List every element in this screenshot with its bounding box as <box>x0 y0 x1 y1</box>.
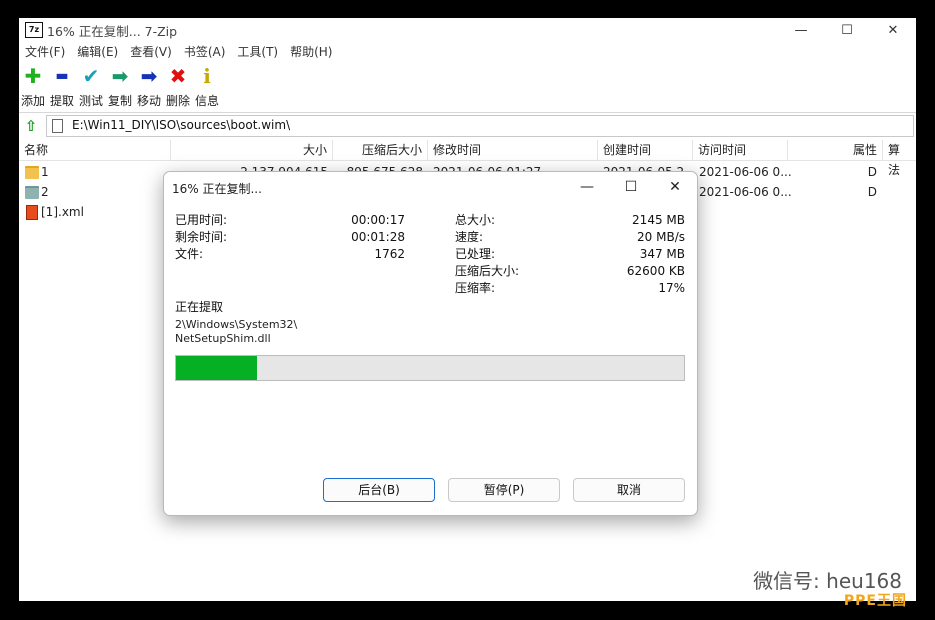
test-label: 测试 <box>78 94 103 108</box>
watermark-badge: PPE王国 <box>843 593 907 609</box>
minimize-button[interactable]: — <box>778 18 824 42</box>
maximize-button[interactable]: ☐ <box>824 18 870 42</box>
delete-label: 删除 <box>165 94 190 108</box>
copy-label: 复制 <box>107 94 132 108</box>
test-button[interactable]: ✔ 测试 <box>77 64 105 109</box>
dialog-maximize-button[interactable]: ☐ <box>609 172 653 202</box>
column-created[interactable]: 创建时间 <box>598 140 693 160</box>
column-packed-size[interactable]: 压缩后大小 <box>333 140 428 160</box>
menu-bar: 文件(F) 编辑(E) 查看(V) 书签(A) 工具(T) 帮助(H) <box>19 42 916 62</box>
speed-label: 速度: <box>455 230 484 244</box>
elapsed-time: 已用时间: 00:00:17 <box>175 212 405 229</box>
menu-edit[interactable]: 编辑(E) <box>71 42 124 62</box>
remaining-time-label: 剩余时间: <box>175 230 228 244</box>
file-list-header: 名称 大小 压缩后大小 修改时间 创建时间 访问时间 属性 算法 <box>19 140 916 177</box>
files-label: 文件: <box>175 247 204 261</box>
total-size: 总大小: 2145 MB <box>455 212 685 229</box>
files-value: 1762 <box>374 247 405 261</box>
row-name: 1 <box>41 165 49 179</box>
operation-title: 正在提取 <box>175 300 224 314</box>
packed-size: 压缩后大小: 62600 KB <box>455 263 685 280</box>
copy-icon: ➡ <box>111 64 129 88</box>
processed-label: 已处理: <box>455 247 496 261</box>
current-file-path: 2\Windows\System32\ NetSetupShim.dll <box>175 318 297 346</box>
extract-label: 提取 <box>49 94 74 108</box>
move-icon: ➡ <box>140 64 158 88</box>
path-text: E:\Win11_DIY\ISO\sources\boot.wim\ <box>72 118 291 132</box>
menu-tools[interactable]: 工具(T) <box>231 42 284 62</box>
remaining-time: 剩余时间: 00:01:28 <box>175 229 405 246</box>
info-icon: i <box>203 64 211 88</box>
add-label: 添加 <box>20 94 45 108</box>
move-button[interactable]: ➡ 移动 <box>135 64 163 109</box>
elapsed-time-value: 00:00:17 <box>351 213 405 227</box>
packed-size-label: 压缩后大小: <box>455 264 520 278</box>
compression-ratio: 压缩率: 17% <box>455 280 685 297</box>
window-title: 16% 正在复制... 7-Zip <box>47 24 178 39</box>
files-count: 文件: 1762 <box>175 246 405 263</box>
row-accessed: 2021-06-06 0... <box>699 165 792 179</box>
column-attributes[interactable]: 属性 <box>788 140 883 160</box>
background-button[interactable]: 后台(B) <box>323 478 435 502</box>
dialog-title: 16% 正在复制... <box>172 182 262 196</box>
path-input[interactable]: E:\Win11_DIY\ISO\sources\boot.wim\ <box>46 115 914 137</box>
app-icon: 7z <box>25 22 43 38</box>
row-attributes: D <box>867 165 877 179</box>
compression-ratio-value: 17% <box>658 281 685 295</box>
progress-fill <box>176 356 258 380</box>
extract-button[interactable]: ▬ 提取 <box>48 64 76 109</box>
total-size-value: 2145 MB <box>632 213 685 227</box>
progress-bar <box>175 355 685 381</box>
menu-view[interactable]: 查看(V) <box>124 42 178 62</box>
elapsed-time-label: 已用时间: <box>175 213 228 227</box>
row-name: [1].xml <box>41 205 84 219</box>
delete-icon: ✖ <box>169 64 187 88</box>
test-icon: ✔ <box>82 64 100 88</box>
info-label: 信息 <box>194 94 219 108</box>
add-icon: ✚ <box>24 64 42 88</box>
title-bar: 7z 16% 正在复制... 7-Zip — ☐ ✕ <box>19 18 916 42</box>
address-bar: ⇧ E:\Win11_DIY\ISO\sources\boot.wim\ <box>19 114 916 138</box>
dialog-close-button[interactable]: ✕ <box>653 172 697 202</box>
folder-icon <box>25 186 39 199</box>
column-method[interactable]: 算法 <box>883 140 916 177</box>
folder-icon <box>25 166 39 179</box>
info-button[interactable]: i 信息 <box>193 64 221 109</box>
row-accessed: 2021-06-06 0... <box>699 185 792 199</box>
progress-dialog: 16% 正在复制... — ☐ ✕ 已用时间: 00:00:17 剩余时间: 0… <box>163 171 698 516</box>
cancel-button[interactable]: 取消 <box>573 478 685 502</box>
archive-file-icon <box>52 119 63 133</box>
xml-file-icon <box>26 205 38 220</box>
add-button[interactable]: ✚ 添加 <box>19 64 47 109</box>
folder-up-icon[interactable]: ⇧ <box>22 117 40 135</box>
speed-value: 20 MB/s <box>637 230 685 244</box>
move-label: 移动 <box>136 94 161 108</box>
current-path-line1: 2\Windows\System32\ <box>175 318 298 331</box>
remaining-time-value: 00:01:28 <box>351 230 405 244</box>
column-size[interactable]: 大小 <box>171 140 333 160</box>
delete-button[interactable]: ✖ 删除 <box>164 64 192 109</box>
column-modified[interactable]: 修改时间 <box>428 140 598 160</box>
current-path-line2: NetSetupShim.dll <box>175 332 271 345</box>
menu-bookmarks[interactable]: 书签(A) <box>178 42 232 62</box>
copy-button[interactable]: ➡ 复制 <box>106 64 134 109</box>
column-accessed[interactable]: 访问时间 <box>693 140 788 160</box>
speed: 速度: 20 MB/s <box>455 229 685 246</box>
menu-help[interactable]: 帮助(H) <box>284 42 338 62</box>
menu-file[interactable]: 文件(F) <box>19 42 71 62</box>
dialog-minimize-button[interactable]: — <box>565 172 609 202</box>
row-name: 2 <box>41 185 49 199</box>
close-button[interactable]: ✕ <box>870 18 916 42</box>
packed-size-value: 62600 KB <box>626 264 685 278</box>
compression-ratio-label: 压缩率: <box>455 281 496 295</box>
toolbar: ✚ 添加 ▬ 提取 ✔ 测试 ➡ 复制 ➡ 移动 ✖ 删除 i 信息 <box>19 62 916 113</box>
pause-button[interactable]: 暂停(P) <box>448 478 560 502</box>
processed: 已处理: 347 MB <box>455 246 685 263</box>
column-name[interactable]: 名称 <box>19 140 171 160</box>
row-attributes: D <box>867 185 877 199</box>
processed-value: 347 MB <box>639 247 685 261</box>
extract-icon: ▬ <box>55 68 69 84</box>
total-size-label: 总大小: <box>455 213 496 227</box>
